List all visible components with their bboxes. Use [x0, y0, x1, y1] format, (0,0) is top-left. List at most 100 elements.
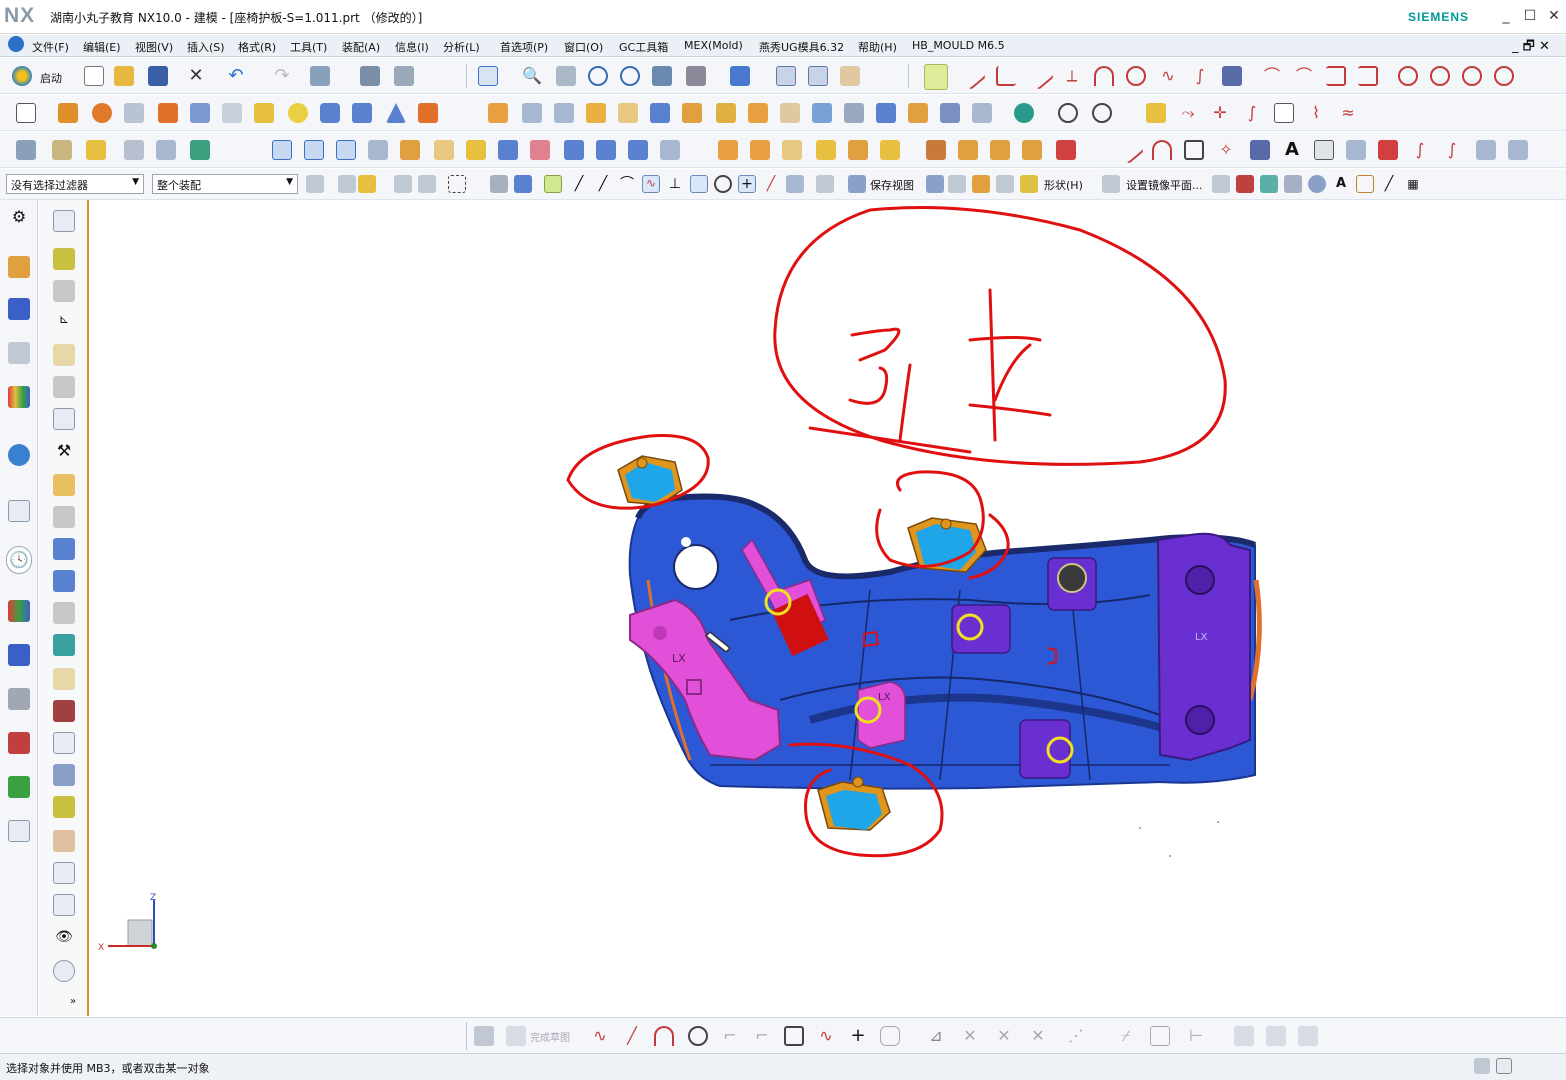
resize-blend-icon[interactable]: [908, 103, 928, 123]
background-icon[interactable]: [840, 66, 860, 86]
part-navigator-icon[interactable]: [16, 140, 36, 160]
annotation-text-icon[interactable]: A: [1332, 175, 1350, 193]
reuse-library-icon[interactable]: [8, 386, 30, 408]
circle-tangent-icon[interactable]: [1126, 66, 1146, 86]
history-clock-icon[interactable]: 🕓: [6, 546, 32, 574]
manufacturing-wizard-icon[interactable]: [8, 688, 30, 710]
sketch-arc-icon[interactable]: [654, 1026, 674, 1046]
measure-angle-icon[interactable]: [1092, 103, 1112, 123]
mirror-feature-icon[interactable]: [522, 103, 542, 123]
sketch-solver-icon[interactable]: [1298, 1026, 1318, 1046]
system-scene-icon[interactable]: [8, 776, 30, 798]
tool-22-icon[interactable]: [53, 894, 75, 916]
shaded-icon[interactable]: [686, 66, 706, 86]
parting-icon[interactable]: [750, 140, 770, 160]
project-icon[interactable]: [1346, 140, 1366, 160]
selection-filter-dropdown[interactable]: 没有选择过滤器 ▼: [6, 174, 144, 194]
replace-face-icon[interactable]: [812, 103, 832, 123]
standard-part-icon[interactable]: [926, 140, 946, 160]
snap-icon[interactable]: [924, 64, 948, 90]
shell-icon[interactable]: [586, 103, 606, 123]
menu-help[interactable]: 帮助(H): [858, 39, 897, 55]
divide-face-icon[interactable]: [628, 140, 648, 160]
extrude-icon[interactable]: [58, 103, 78, 123]
tube-icon[interactable]: [124, 103, 144, 123]
status-icon-2[interactable]: [1496, 1058, 1512, 1074]
menu-file[interactable]: 文件(F): [32, 39, 69, 55]
core-cavity-icon[interactable]: [782, 140, 802, 160]
grid-icon[interactable]: ▦: [1404, 175, 1422, 193]
silhouette-icon[interactable]: [1476, 140, 1496, 160]
new-file-icon[interactable]: [84, 66, 104, 86]
select-body-icon[interactable]: [358, 175, 376, 193]
start-icon[interactable]: [12, 66, 32, 86]
patch-icon[interactable]: [780, 103, 800, 123]
assembly-scope-dropdown[interactable]: 整个装配 ▼: [152, 174, 298, 194]
spline-icon[interactable]: ∫: [1190, 66, 1210, 86]
sketch-icon[interactable]: [16, 103, 36, 123]
layout-icon[interactable]: [848, 140, 868, 160]
sketch-pattern-icon[interactable]: ⋰: [1066, 1026, 1086, 1046]
pan-icon[interactable]: [556, 66, 576, 86]
sketch-fillet-icon[interactable]: ⌐: [720, 1026, 740, 1046]
tool-9-icon[interactable]: [53, 474, 75, 496]
offset-face-icon[interactable]: [682, 103, 702, 123]
start-label[interactable]: 启动: [40, 70, 62, 86]
sketch-geom-constraint-icon[interactable]: ⊢: [1186, 1026, 1206, 1046]
tool-16-icon[interactable]: [53, 700, 75, 722]
minimize-button[interactable]: _: [1496, 6, 1516, 26]
tool-13-icon[interactable]: [53, 602, 75, 624]
redo-icon[interactable]: ↷: [272, 66, 292, 86]
parallel-line-icon[interactable]: [1025, 61, 1055, 91]
surface-icon[interactable]: [272, 140, 292, 160]
curve-edit-icon[interactable]: ∫: [1242, 103, 1262, 123]
snap-control-icon[interactable]: ⌒: [618, 175, 636, 193]
refresh-icon[interactable]: [53, 960, 75, 982]
revolve-icon[interactable]: [92, 103, 112, 123]
intersect-icon[interactable]: [1378, 140, 1398, 160]
constraint-navigator-icon[interactable]: [8, 298, 30, 320]
menu-yanxiu-mold[interactable]: 燕秀UG模具6.32: [759, 39, 844, 55]
layer-icon[interactable]: [310, 66, 330, 86]
snap-perpendicular-icon[interactable]: ⊥: [666, 175, 684, 193]
mesh-icon[interactable]: [1222, 66, 1242, 86]
hammer-icon[interactable]: ⚒: [53, 440, 75, 462]
swept-icon[interactable]: [368, 140, 388, 160]
select-icon[interactable]: [124, 140, 144, 160]
tool-12-icon[interactable]: [53, 570, 75, 592]
insert-icon[interactable]: [1022, 140, 1042, 160]
clip-section-icon[interactable]: [996, 175, 1014, 193]
paint-icon[interactable]: [1236, 175, 1254, 193]
menu-format[interactable]: 格式(R): [238, 39, 276, 55]
divide-curve-icon[interactable]: ✛: [1210, 103, 1230, 123]
tool-3-icon[interactable]: [53, 280, 75, 302]
sphere-icon[interactable]: [288, 103, 308, 123]
arc-2-icon[interactable]: [1152, 140, 1172, 160]
circle-3pt-icon[interactable]: [1430, 66, 1450, 86]
trim-body-icon[interactable]: [618, 103, 638, 123]
line-2-icon[interactable]: [1115, 135, 1145, 165]
tool-20-icon[interactable]: [53, 830, 75, 852]
save-icon[interactable]: [148, 66, 168, 86]
chamfer-curve-icon[interactable]: ⌒: [1294, 66, 1314, 86]
menu-edit[interactable]: 编辑(E): [83, 39, 121, 55]
sketch-point-icon[interactable]: +: [848, 1026, 868, 1046]
pad-icon[interactable]: [254, 103, 274, 123]
status-icon-1[interactable]: [1474, 1058, 1490, 1074]
tool-1-icon[interactable]: [53, 210, 75, 232]
snap-center-icon[interactable]: [690, 175, 708, 193]
sketch-spline-icon[interactable]: ∿: [816, 1026, 836, 1046]
render-style-icon[interactable]: [730, 66, 750, 86]
line-tool-icon[interactable]: ╱: [1380, 175, 1398, 193]
nsided-surface-icon[interactable]: [400, 140, 420, 160]
doc-window-controls[interactable]: _ 🗗 ✕: [1512, 37, 1550, 59]
menu-information[interactable]: 信息(I): [395, 39, 429, 55]
workpiece-icon[interactable]: [816, 140, 836, 160]
sew-icon[interactable]: [748, 103, 768, 123]
reposition-icon[interactable]: [190, 140, 210, 160]
fit-icon[interactable]: [478, 66, 498, 86]
menu-view[interactable]: 视图(V): [135, 39, 173, 55]
circle-center-icon[interactable]: [1462, 66, 1482, 86]
hole-icon[interactable]: [158, 103, 178, 123]
tool-19-icon[interactable]: [53, 796, 75, 818]
